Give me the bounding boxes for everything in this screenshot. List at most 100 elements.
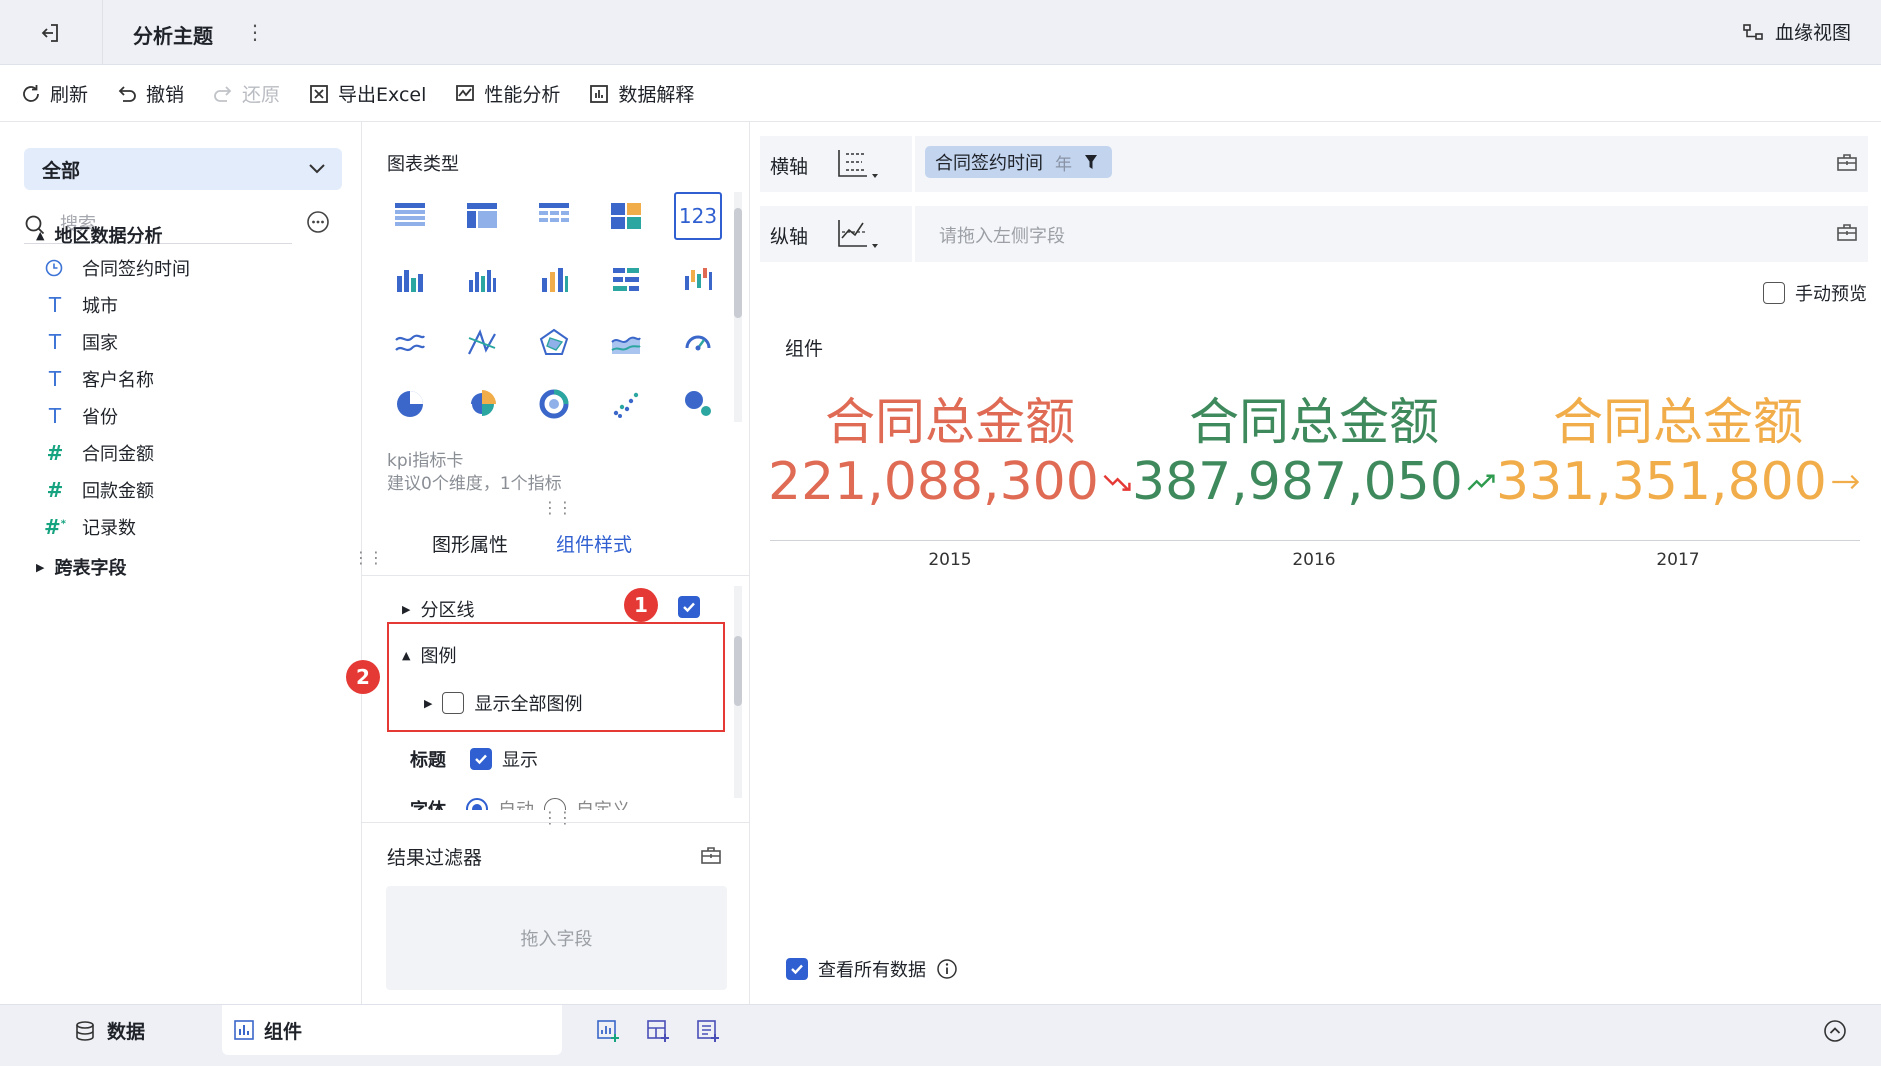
scope-select[interactable]: 全部 (24, 148, 342, 190)
x-axis-drop-zone[interactable]: 合同签约时间 年 (912, 136, 1812, 192)
field-label: 回款金额 (82, 481, 154, 502)
kpi-name: 合同总金额 (1553, 393, 1803, 451)
chart-type-gauge-icon[interactable] (674, 322, 722, 362)
show-all-legend-row[interactable]: ▶ 显示全部图例 (424, 690, 582, 716)
chart-types-scrollbar[interactable] (734, 192, 742, 422)
chart-type-kpi-card-icon[interactable]: 123 (674, 192, 722, 240)
kpi-year-label: 2016 (1292, 550, 1336, 570)
style-settings-scrollbar[interactable] (734, 586, 742, 798)
kpi-value-row: 387,987,050 (1132, 452, 1496, 512)
chart-type-detail-table-icon[interactable] (530, 196, 578, 236)
field-item-contract-amount[interactable]: # 合同金额 (44, 440, 154, 466)
caret-right-icon: ▶ (36, 560, 45, 574)
filter-icon (1085, 155, 1097, 169)
tab-component-style[interactable]: 组件样式 (556, 530, 632, 557)
filter-settings-button[interactable] (700, 845, 722, 865)
field-item-customer[interactable]: T 客户名称 (44, 366, 154, 392)
info-icon[interactable] (936, 958, 958, 980)
tab-graphic-properties[interactable]: 图形属性 (432, 530, 508, 557)
refresh-button[interactable]: 刷新 (20, 80, 88, 107)
add-component-button[interactable] (596, 1019, 620, 1043)
tab-component[interactable]: 组件 (222, 1005, 562, 1055)
chart-type-crosstab-icon[interactable] (458, 196, 506, 236)
result-filter-section: 结果过滤器 拖入字段 (362, 822, 750, 1004)
tab-data[interactable]: 数据 (75, 1017, 145, 1044)
chart-type-treemap-icon[interactable] (602, 196, 650, 236)
field-item-province[interactable]: T 省份 (44, 403, 118, 429)
y-axis-label: 纵轴 (770, 226, 809, 248)
field-item-record-count[interactable]: #* 记录数 (44, 514, 136, 540)
chart-type-donut-icon[interactable] (530, 384, 578, 424)
chart-type-pie-icon[interactable] (386, 384, 434, 424)
kpi-card-2017: 合同总金额 331,351,800 (1496, 392, 1860, 512)
step-marker-2: 2 (346, 660, 380, 694)
tree-group-label: 地区数据分析 (54, 226, 163, 247)
view-all-data-checkbox[interactable] (786, 958, 808, 980)
legend-row[interactable]: ▲ 图例 (402, 642, 456, 668)
data-explain-button[interactable]: 数据解释 (588, 80, 694, 107)
kpi-card-2015: 合同总金额 221,088,300 (768, 392, 1132, 512)
collapse-button[interactable] (1823, 1019, 1847, 1043)
manual-preview-checkbox[interactable] (1763, 282, 1785, 304)
lineage-view-button[interactable]: 血缘视图 (1743, 18, 1851, 45)
performance-analysis-button[interactable]: 性能分析 (454, 80, 560, 107)
title-setting-label: 标题 (410, 750, 446, 771)
y-axis-settings-button[interactable] (1836, 222, 1858, 242)
chart-type-grouped-bar-icon[interactable] (386, 260, 434, 300)
redo-button[interactable]: 还原 (212, 80, 280, 107)
field-item-contract-date[interactable]: 合同签约时间 (44, 255, 190, 281)
chart-type-waterfall-icon[interactable] (674, 260, 722, 300)
add-report-button[interactable] (696, 1019, 720, 1043)
kpi-year-label: 2015 (928, 550, 972, 570)
number-type-icon: # (46, 478, 64, 502)
field-options-button[interactable] (306, 210, 330, 234)
chart-type-table-icon[interactable] (386, 196, 434, 236)
font-auto-radio[interactable] (466, 798, 488, 810)
chart-type-stacked-column-icon[interactable] (530, 260, 578, 300)
show-all-legend-checkbox[interactable] (442, 692, 465, 714)
y-axis-drop-zone[interactable]: 请拖入左侧字段 (912, 206, 1812, 262)
chart-type-bubble-icon[interactable] (674, 384, 722, 424)
trend-down-icon (1103, 474, 1131, 491)
field-item-country[interactable]: T 国家 (44, 329, 118, 355)
show-all-legend-label: 显示全部图例 (474, 694, 583, 715)
bottom-bar: 数据 组件 (0, 1004, 1881, 1066)
tree-group-region-analysis[interactable]: ▲ 地区数据分析 (36, 222, 162, 248)
view-all-data-toggle[interactable]: 查看所有数据 (786, 956, 958, 982)
clock-icon (44, 258, 66, 278)
chart-type-rose-pie-icon[interactable] (458, 384, 506, 424)
field-item-payment-amount[interactable]: # 回款金额 (44, 477, 154, 503)
filter-drop-zone[interactable]: 拖入字段 (386, 886, 727, 990)
step-marker-1: 1 (624, 588, 658, 622)
more-options-button[interactable]: ⋮ (245, 20, 265, 44)
exit-button[interactable] (28, 16, 72, 50)
manual-preview-toggle[interactable]: 手动预览 (1763, 280, 1867, 306)
field-item-city[interactable]: T 城市 (44, 292, 118, 318)
tree-group-cross-table[interactable]: ▶ 跨表字段 (36, 554, 126, 580)
export-excel-button[interactable]: 导出Excel (308, 80, 426, 107)
chart-type-scatter-line-icon[interactable] (458, 322, 506, 362)
x-axis-type-button[interactable] (836, 148, 880, 180)
field-label: 客户名称 (82, 370, 154, 391)
x-axis-field-tag[interactable]: 合同签约时间 年 (925, 146, 1112, 178)
chart-type-column-icon[interactable] (458, 260, 506, 300)
title-show-checkbox[interactable] (470, 748, 492, 770)
title-row: 标题 显示 (410, 746, 538, 772)
chart-type-area-icon[interactable] (602, 322, 650, 362)
y-axis-type-button[interactable] (836, 218, 880, 250)
chart-type-scatter-icon[interactable] (602, 384, 650, 424)
database-icon (76, 1020, 94, 1041)
font-row-clip: 字体 自动 自定义 (362, 786, 734, 810)
undo-button[interactable]: 撤销 (116, 80, 184, 107)
divider-line-checkbox[interactable] (678, 596, 700, 619)
chart-type-line-icon[interactable] (386, 322, 434, 362)
add-dashboard-button[interactable] (646, 1019, 670, 1043)
chart-type-bar-icon[interactable] (602, 260, 650, 300)
chart-type-radar-icon[interactable] (530, 322, 578, 362)
kpi-value-row: 221,088,300 (768, 452, 1132, 512)
selected-chart-hint: 建议0个维度，1个指标 (387, 474, 562, 494)
x-axis-settings-button[interactable] (1836, 152, 1858, 172)
divider-line-row[interactable]: ▶ 分区线 (402, 596, 474, 622)
top-bar: 分析主题 ⋮ 血缘视图 (0, 0, 1881, 65)
font-row: 字体 自动 自定义 (410, 796, 630, 810)
